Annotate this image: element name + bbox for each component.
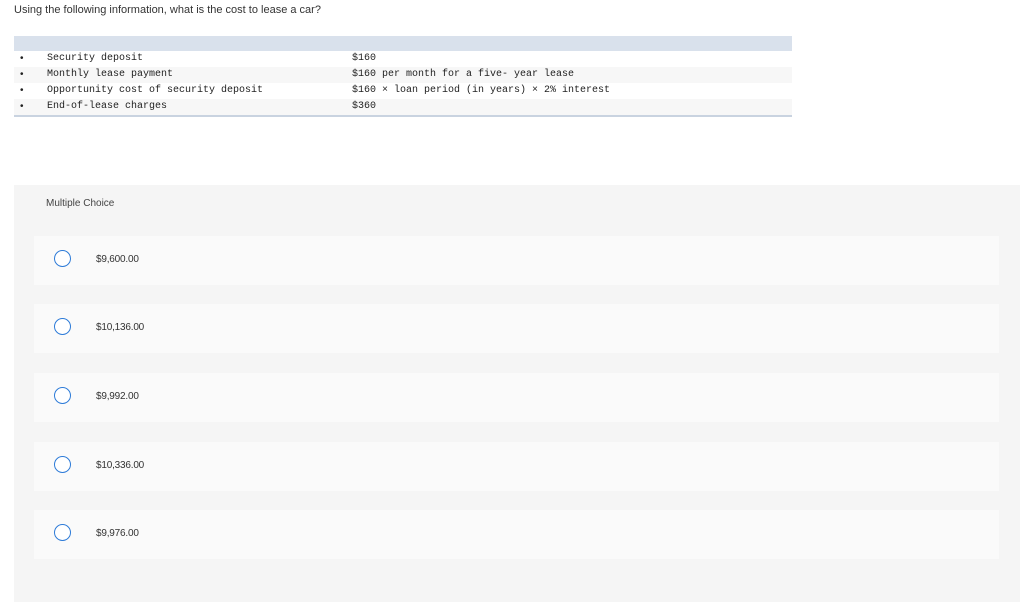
bullet-icon: •: [20, 53, 24, 64]
radio-button-icon[interactable]: [54, 250, 71, 267]
answer-option-label: $9,976.00: [96, 528, 139, 539]
info-value: $160: [352, 53, 377, 64]
bullet-icon: •: [20, 85, 24, 96]
radio-button-icon[interactable]: [54, 387, 71, 404]
radio-button-icon[interactable]: [54, 318, 71, 335]
radio-button-icon[interactable]: [54, 524, 71, 541]
info-value: $160 per month for a five- year lease: [352, 69, 575, 80]
info-row-opportunity-cost: • Opportunity cost of security deposit $…: [14, 83, 792, 99]
info-row-monthly-payment: • Monthly lease payment $160 per month f…: [14, 67, 792, 83]
info-label: End-of-lease charges: [47, 101, 168, 112]
answer-option-5[interactable]: $9,976.00: [34, 510, 999, 559]
info-value: $160 × loan period (in years) × 2% inter…: [352, 85, 611, 96]
answer-option-3[interactable]: $9,992.00: [34, 373, 999, 422]
bullet-icon: •: [20, 69, 24, 80]
info-row-end-of-lease: • End-of-lease charges $360: [14, 99, 792, 115]
answer-option-label: $10,136.00: [96, 322, 145, 333]
info-label: Monthly lease payment: [47, 69, 174, 80]
info-value: $360: [352, 101, 377, 112]
answer-option-label: $10,336.00: [96, 460, 145, 471]
info-table-header: [14, 36, 792, 51]
multiple-choice-title: Multiple Choice: [46, 198, 115, 209]
question-text: Using the following information, what is…: [14, 4, 321, 16]
answer-option-2[interactable]: $10,136.00: [34, 304, 999, 353]
answer-option-label: $9,992.00: [96, 391, 139, 402]
answer-option-4[interactable]: $10,336.00: [34, 442, 999, 491]
info-label: Security deposit: [47, 53, 144, 64]
multiple-choice-panel: Multiple Choice $9,600.00 $10,136.00 $9,…: [14, 185, 1020, 602]
info-table: • Security deposit $160 • Monthly lease …: [14, 36, 792, 117]
info-row-security-deposit: • Security deposit $160: [14, 51, 792, 67]
answer-option-1[interactable]: $9,600.00: [34, 236, 999, 285]
bullet-icon: •: [20, 101, 24, 112]
radio-button-icon[interactable]: [54, 456, 71, 473]
info-label: Opportunity cost of security deposit: [47, 85, 264, 96]
answer-option-label: $9,600.00: [96, 254, 139, 265]
